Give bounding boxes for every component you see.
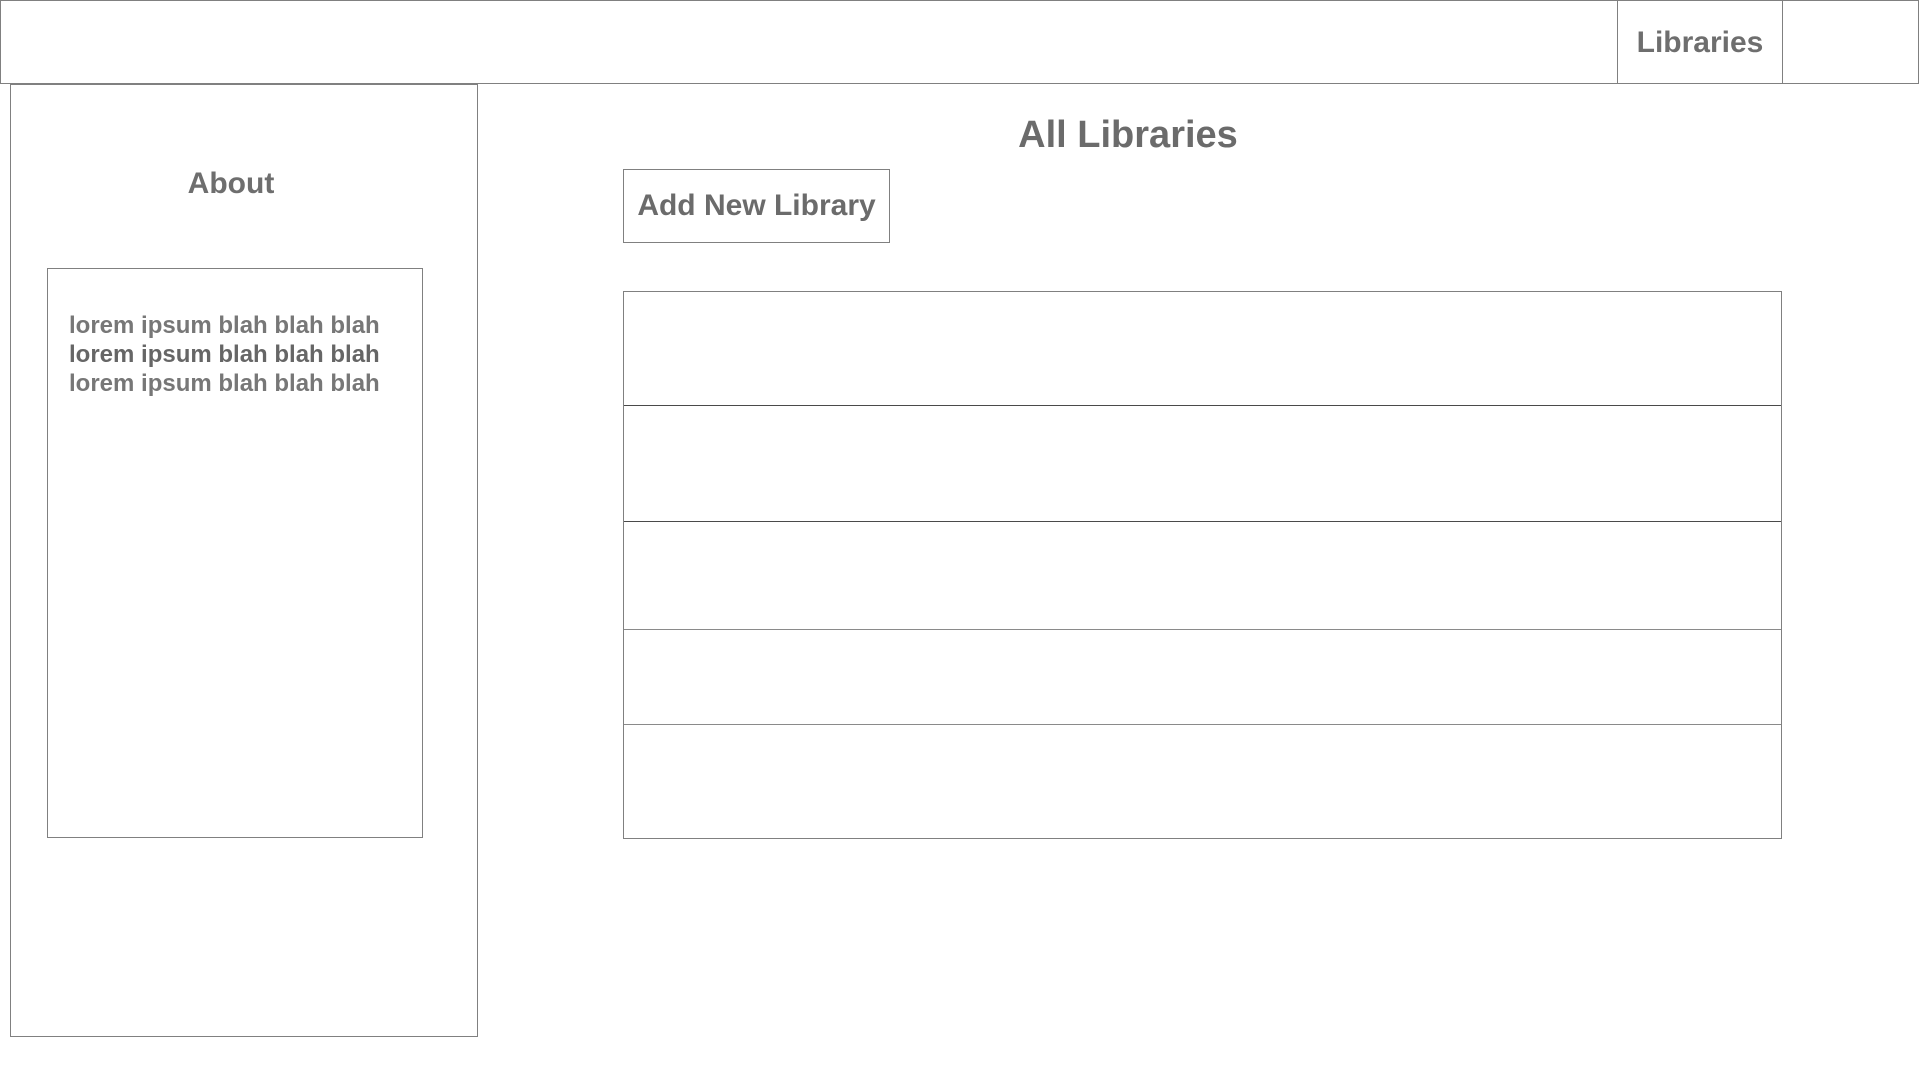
about-text-line: lorem ipsum blah blah blah	[69, 341, 380, 368]
page-title: All Libraries	[1018, 114, 1238, 156]
list-item[interactable]	[624, 630, 1781, 725]
list-item[interactable]	[624, 725, 1781, 838]
top-navigation-bar: Libraries	[0, 0, 1919, 84]
add-new-library-button[interactable]: Add New Library	[623, 169, 890, 243]
list-item[interactable]	[624, 292, 1781, 406]
about-text-line: lorem ipsum blah blah blah	[69, 312, 380, 339]
list-item[interactable]	[624, 406, 1781, 522]
nav-tab-libraries[interactable]: Libraries	[1617, 1, 1783, 84]
sidebar: About lorem ipsum blah blah blah lorem i…	[10, 84, 478, 1037]
about-text-line: lorem ipsum blah blah blah	[69, 370, 380, 397]
list-item[interactable]	[624, 522, 1781, 630]
sidebar-title: About	[187, 167, 275, 200]
about-text-box: lorem ipsum blah blah blah lorem ipsum b…	[47, 268, 423, 838]
library-list	[623, 291, 1782, 839]
